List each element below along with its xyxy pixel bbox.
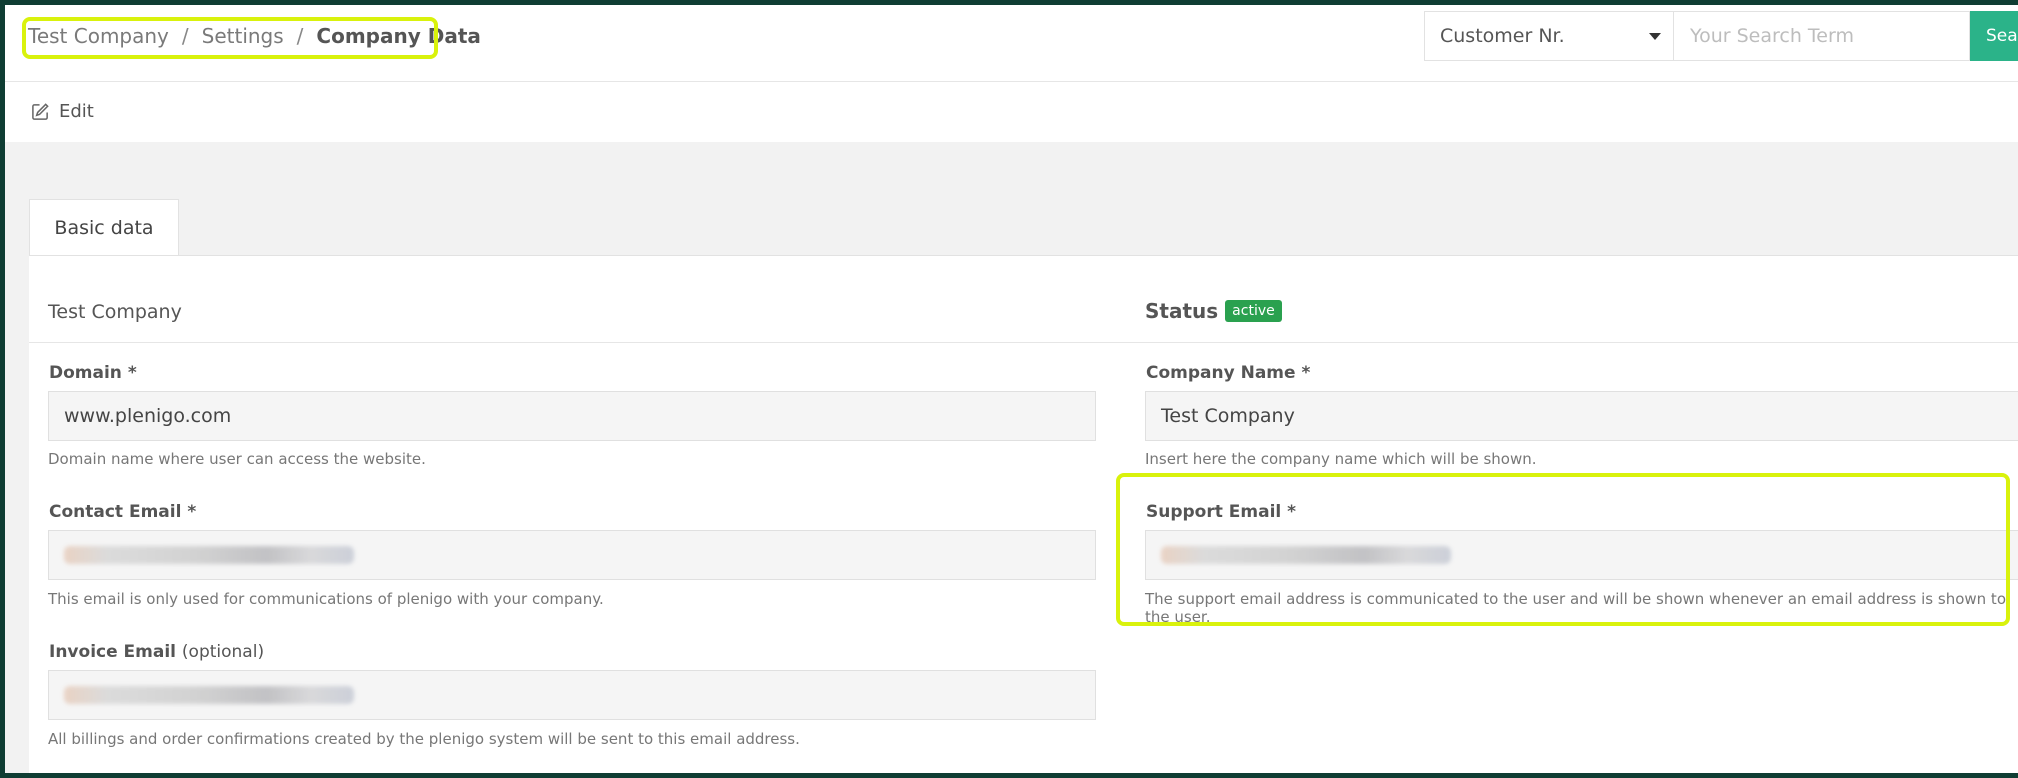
app-frame: Test Company / Settings / Company Data C… (5, 5, 2018, 773)
tab-basic-data[interactable]: Basic data (29, 199, 179, 256)
contact-email-field[interactable] (48, 530, 1096, 580)
invoice-email-field[interactable] (48, 670, 1096, 720)
highlight-box-breadcrumb (22, 17, 438, 59)
domain-help: Domain name where user can access the we… (48, 450, 426, 468)
invoice-email-label-text: Invoice Email (49, 642, 176, 662)
domain-label-text: Domain (49, 363, 122, 383)
company-name-field[interactable]: Test Company (1145, 391, 2018, 441)
company-name-help: Insert here the company name which will … (1145, 450, 1537, 468)
top-bar: Test Company / Settings / Company Data C… (5, 5, 2018, 82)
company-title: Test Company (48, 301, 182, 323)
search-input-placeholder: Your Search Term (1690, 25, 1854, 47)
required-marker: * (1301, 363, 1311, 383)
panel-header: Test Company Status active (29, 256, 2018, 343)
company-name-label: Company Name * (1146, 363, 1310, 383)
status-label: Status (1145, 299, 1219, 323)
edit-button[interactable]: Edit (31, 101, 94, 122)
highlight-box-support-email (1116, 473, 2010, 626)
status-heading: Status active (1145, 299, 1282, 323)
company-name-field-value: Test Company (1161, 405, 1295, 427)
redacted-value (64, 686, 354, 704)
search-field-select-value: Customer Nr. (1440, 25, 1565, 47)
required-marker: * (187, 502, 197, 522)
search-button[interactable]: Sea (1970, 11, 2018, 61)
invoice-email-help: All billings and order confirmations cre… (48, 730, 800, 748)
redacted-value (64, 546, 354, 564)
search-input[interactable]: Your Search Term (1673, 11, 1970, 61)
main-content: Basic data Test Company Status active Do… (5, 142, 2018, 773)
status-badge: active (1225, 300, 1282, 322)
edit-icon (32, 103, 49, 120)
search-field-select[interactable]: Customer Nr. (1424, 11, 1673, 61)
domain-field-value: www.plenigo.com (64, 405, 232, 427)
action-bar: Edit (5, 82, 2018, 142)
required-marker: * (127, 363, 137, 383)
contact-email-label: Contact Email * (49, 502, 196, 522)
domain-field[interactable]: www.plenigo.com (48, 391, 1096, 441)
contact-email-label-text: Contact Email (49, 502, 182, 522)
contact-email-help: This email is only used for communicatio… (48, 590, 604, 608)
edit-button-label: Edit (59, 101, 94, 122)
invoice-email-label: Invoice Email (optional) (49, 642, 264, 662)
company-name-label-text: Company Name (1146, 363, 1296, 383)
caret-down-icon (1649, 33, 1661, 40)
domain-label: Domain * (49, 363, 137, 383)
optional-marker: (optional) (181, 642, 265, 662)
